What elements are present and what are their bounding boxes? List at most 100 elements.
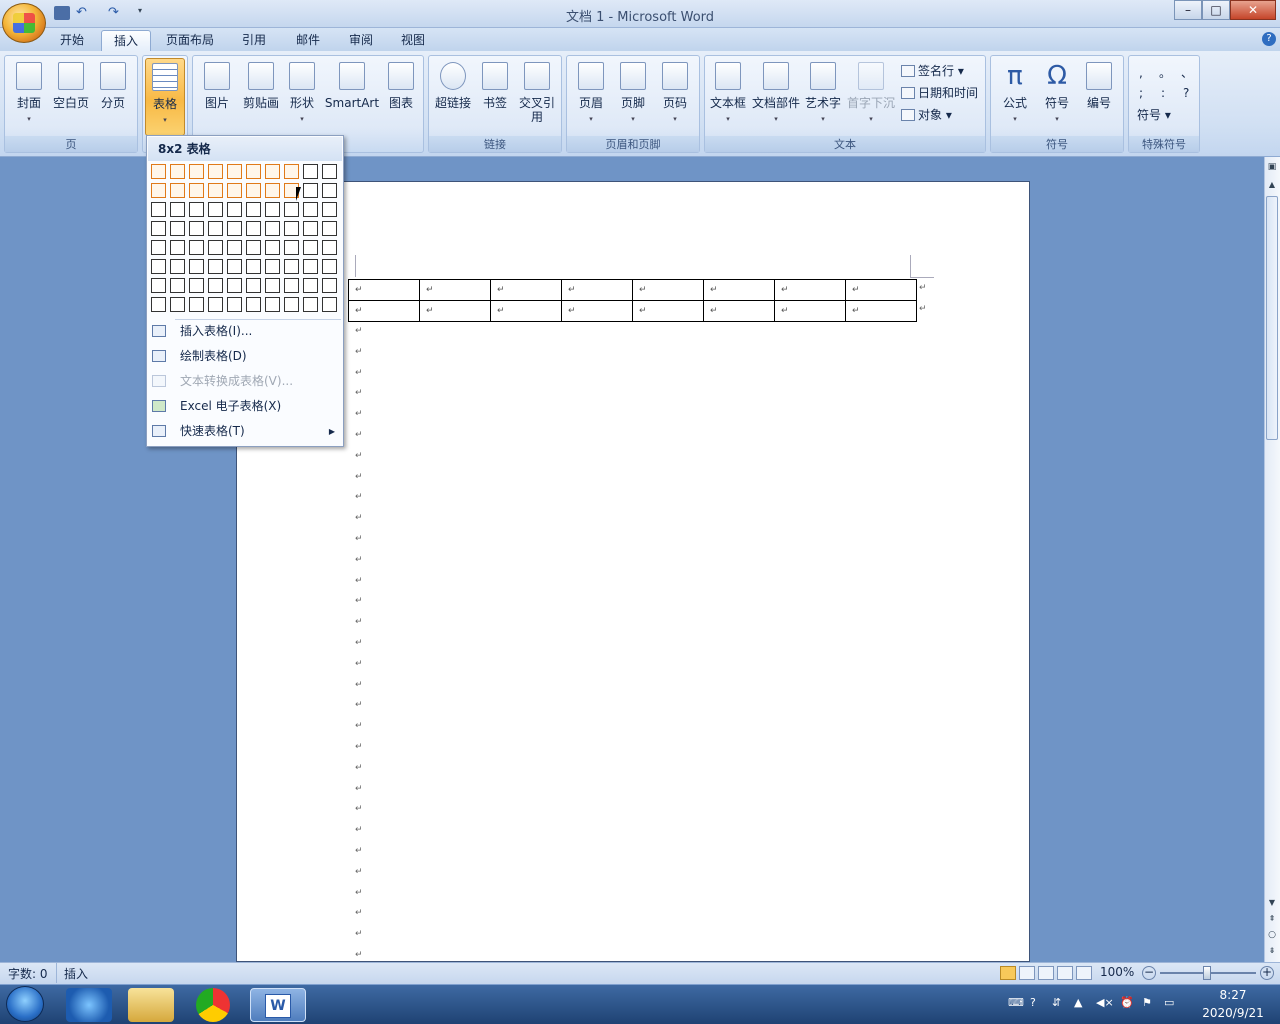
document-table[interactable]: ↵ ↵ ↵ ↵ ↵ ↵ ↵ ↵ ↵ ↵ ↵ ↵ ↵ ↵ ↵ ↵: [348, 279, 917, 322]
menu-convert-text-to-table[interactable]: 文本转换成表格(V)...: [147, 369, 343, 394]
grid-cell[interactable]: [189, 297, 204, 312]
grid-cell[interactable]: [303, 259, 318, 274]
colon-symbol[interactable]: :: [1161, 84, 1165, 102]
table-cell[interactable]: ↵: [419, 279, 491, 301]
grid-cell[interactable]: [227, 240, 242, 255]
zoom-in-icon[interactable]: +: [1260, 966, 1274, 980]
grid-cell[interactable]: [322, 202, 337, 217]
grid-cell[interactable]: [303, 297, 318, 312]
grid-cell[interactable]: [303, 221, 318, 236]
grid-cell[interactable]: [246, 164, 261, 179]
start-button[interactable]: [6, 986, 44, 1022]
grid-cell[interactable]: [170, 202, 185, 217]
grid-cell[interactable]: [208, 202, 223, 217]
grid-cell[interactable]: [189, 240, 204, 255]
grid-cell[interactable]: [170, 259, 185, 274]
grid-cell[interactable]: [170, 183, 185, 198]
grid-cell[interactable]: [265, 202, 280, 217]
period-symbol[interactable]: 。: [1159, 64, 1171, 82]
grid-cell[interactable]: [151, 164, 166, 179]
table-cell[interactable]: ↵: [561, 300, 633, 322]
equation-button[interactable]: π 公式 ▾: [995, 62, 1035, 126]
grid-cell[interactable]: [303, 183, 318, 198]
grid-cell[interactable]: [265, 240, 280, 255]
grid-cell[interactable]: [208, 183, 223, 198]
table-cell[interactable]: ↵: [703, 279, 775, 301]
insert-mode[interactable]: 插入: [64, 965, 88, 982]
grid-cell[interactable]: [284, 221, 299, 236]
web-layout-icon[interactable]: [1038, 966, 1054, 980]
table-cell[interactable]: ↵: [561, 279, 633, 301]
maximize-button[interactable]: □: [1202, 0, 1230, 20]
grid-cell[interactable]: [227, 202, 242, 217]
draft-icon[interactable]: [1076, 966, 1092, 980]
hyperlink-button[interactable]: 超链接: [431, 62, 475, 110]
help-icon[interactable]: ?: [1262, 32, 1276, 46]
full-screen-reading-icon[interactable]: [1019, 966, 1035, 980]
grid-cell[interactable]: [151, 202, 166, 217]
grid-cell[interactable]: [303, 278, 318, 293]
grid-cell[interactable]: [170, 240, 185, 255]
alarm-icon[interactable]: ⏰: [1120, 996, 1134, 1009]
cover-page-button[interactable]: 封面 ▾: [9, 62, 49, 126]
ruler-toggle-icon[interactable]: ▣: [1265, 162, 1279, 176]
grid-cell[interactable]: [208, 164, 223, 179]
clipart-button[interactable]: 剪贴画: [239, 62, 283, 110]
table-cell[interactable]: ↵: [632, 300, 704, 322]
clock-time[interactable]: 8:27: [1196, 988, 1270, 1002]
grid-cell[interactable]: [227, 183, 242, 198]
wordart-button[interactable]: 艺术字 ▾: [803, 62, 843, 126]
numbering-button[interactable]: 编号: [1079, 62, 1119, 110]
grid-cell[interactable]: [151, 259, 166, 274]
scroll-up-arrow-icon[interactable]: ▲: [1265, 180, 1279, 192]
drop-cap-button[interactable]: 首字下沉 ▾: [845, 62, 897, 126]
header-button[interactable]: 页眉 ▾: [571, 62, 611, 126]
symbol-button[interactable]: Ω 符号 ▾: [1037, 62, 1077, 126]
previous-page-icon[interactable]: ⇞: [1265, 914, 1279, 926]
table-cell[interactable]: ↵: [490, 300, 562, 322]
grid-cell[interactable]: [151, 278, 166, 293]
network-icon[interactable]: ⚑: [1142, 996, 1152, 1009]
table-cell[interactable]: ↵: [348, 300, 420, 322]
grid-cell[interactable]: [246, 183, 261, 198]
grid-cell[interactable]: [246, 297, 261, 312]
question-symbol[interactable]: ?: [1183, 84, 1189, 102]
grid-cell[interactable]: [227, 278, 242, 293]
grid-cell[interactable]: [265, 278, 280, 293]
signature-line-button[interactable]: 签名行 ▾: [901, 62, 964, 80]
grid-cell[interactable]: [170, 221, 185, 236]
menu-draw-table[interactable]: 绘制表格(D): [147, 344, 343, 369]
grid-cell[interactable]: [227, 221, 242, 236]
quick-parts-button[interactable]: 文档部件 ▾: [751, 62, 801, 126]
scrollbar-thumb[interactable]: [1266, 196, 1278, 440]
zoom-out-icon[interactable]: −: [1142, 966, 1156, 980]
tab-references[interactable]: 引用: [230, 30, 278, 52]
semicolon-symbol[interactable]: ;: [1139, 84, 1143, 102]
tab-review[interactable]: 审阅: [337, 30, 385, 52]
grid-cell[interactable]: [151, 297, 166, 312]
blank-page-button[interactable]: 空白页: [49, 62, 93, 110]
grid-cell[interactable]: [208, 240, 223, 255]
symbol-dropdown-button[interactable]: 符号 ▾: [1137, 106, 1171, 124]
browse-object-icon[interactable]: ○: [1265, 930, 1279, 942]
print-layout-icon[interactable]: [1000, 966, 1016, 980]
table-cell[interactable]: ↵: [348, 279, 420, 301]
enum-comma-symbol[interactable]: 、: [1181, 64, 1193, 82]
word-count[interactable]: 字数: 0: [8, 965, 48, 982]
chart-button[interactable]: 图表: [383, 62, 419, 110]
tray-icon[interactable]: ⇵: [1052, 996, 1061, 1009]
grid-cell[interactable]: [227, 164, 242, 179]
grid-cell[interactable]: [284, 278, 299, 293]
grid-cell[interactable]: [227, 259, 242, 274]
table-button[interactable]: 表格 ▾: [145, 58, 185, 136]
shapes-button[interactable]: 形状 ▾: [285, 62, 319, 126]
grid-cell[interactable]: [246, 240, 261, 255]
tab-page-layout[interactable]: 页面布局: [154, 30, 226, 52]
table-cell[interactable]: ↵: [632, 279, 704, 301]
grid-cell[interactable]: [246, 202, 261, 217]
smartart-button[interactable]: SmartArt: [323, 62, 381, 110]
grid-cell[interactable]: [265, 221, 280, 236]
table-cell[interactable]: ↵: [845, 279, 917, 301]
grid-cell[interactable]: [246, 278, 261, 293]
tab-home[interactable]: 开始: [48, 30, 96, 52]
